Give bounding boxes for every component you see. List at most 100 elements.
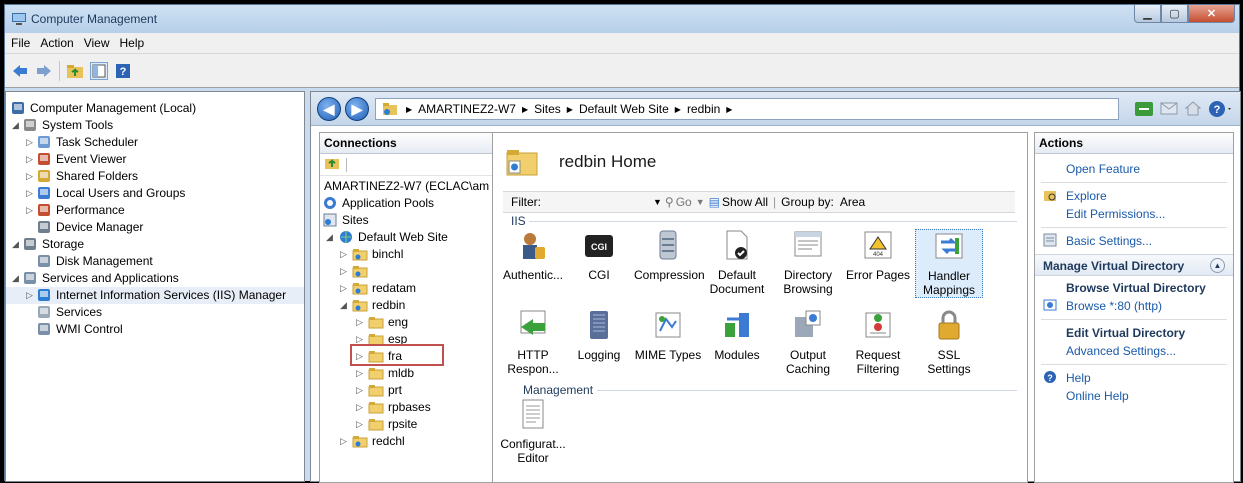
advanced-settings-link[interactable]: Advanced Settings... <box>1035 342 1233 360</box>
feature-tile[interactable]: HTTP Respon... <box>499 309 567 376</box>
connections-item[interactable]: ◢ redbin <box>320 297 501 314</box>
connections-item[interactable]: Application Pools <box>320 195 501 212</box>
expand-toggle-icon[interactable]: ◢ <box>12 236 22 253</box>
expand-toggle-icon[interactable]: ▷ <box>26 151 36 168</box>
expand-toggle-icon[interactable]: ▷ <box>340 433 350 450</box>
expand-toggle-icon[interactable]: ◢ <box>340 297 350 314</box>
feature-tile[interactable]: Compression <box>634 229 705 282</box>
tree-item[interactable]: ▷ Local Users and Groups <box>6 185 304 202</box>
feature-tile[interactable]: SSL Settings <box>915 309 983 376</box>
expand-toggle-icon[interactable]: ▷ <box>26 168 36 185</box>
help-icon[interactable]: ? <box>114 62 132 80</box>
forward-button[interactable]: ▶ <box>345 97 369 121</box>
expand-toggle-icon[interactable]: ▷ <box>356 416 366 433</box>
tree-item[interactable]: ◢ Storage <box>6 236 304 253</box>
feature-tile[interactable]: Output Caching <box>774 309 842 376</box>
explore-link[interactable]: Explore <box>1035 187 1233 205</box>
expand-toggle-icon[interactable]: ◢ <box>12 117 22 134</box>
tree-item[interactable]: Disk Management <box>6 253 304 270</box>
open-feature-link[interactable]: Open Feature <box>1035 160 1233 178</box>
help-dropdown-icon[interactable]: ? <box>1208 100 1234 121</box>
expand-toggle-icon[interactable]: ▷ <box>26 185 36 202</box>
back-button[interactable]: ◀ <box>317 97 341 121</box>
feature-tile[interactable]: Handler Mappings <box>915 229 983 298</box>
connections-item[interactable]: ▷ eng <box>320 314 501 331</box>
connections-item[interactable]: ▷ binchl <box>320 246 501 263</box>
tree-item[interactable]: Computer Management (Local) <box>6 100 304 117</box>
connections-item[interactable]: ▷ mldb <box>320 365 501 382</box>
expand-toggle-icon[interactable]: ◢ <box>326 229 336 246</box>
expand-toggle-icon[interactable]: ▷ <box>26 134 36 151</box>
filter-dropdown-arrow-icon[interactable]: ▼ <box>653 197 662 207</box>
manage-virtual-directory-header[interactable]: Manage Virtual Directory ▲ <box>1035 254 1233 276</box>
mail-icon[interactable] <box>1160 100 1178 121</box>
basic-settings-link[interactable]: Basic Settings... <box>1035 232 1233 250</box>
maximize-button[interactable]: ▢ <box>1161 5 1188 23</box>
expand-toggle-icon[interactable]: ▷ <box>26 287 36 304</box>
tree-item[interactable]: ◢ Services and Applications <box>6 270 304 287</box>
up-folder-icon[interactable] <box>66 62 84 80</box>
tree-item[interactable]: ▷ Task Scheduler <box>6 134 304 151</box>
feature-tile[interactable]: Modules <box>703 309 771 362</box>
breadcrumb[interactable]: ▶ AMARTINEZ2-W7 ▶ Sites ▶ Default Web Si… <box>375 98 1119 120</box>
show-hide-console-tree-icon[interactable] <box>90 61 108 80</box>
expand-toggle-icon[interactable]: ▷ <box>340 263 350 280</box>
connections-item[interactable]: ▷ prt <box>320 382 501 399</box>
expand-toggle-icon[interactable]: ▷ <box>340 246 350 263</box>
online-help-link[interactable]: Online Help <box>1035 387 1233 405</box>
feature-tile[interactable]: Default Document <box>703 229 771 296</box>
tree-item[interactable]: ◢ System Tools <box>6 117 304 134</box>
breadcrumb-sites[interactable]: Sites <box>534 102 561 116</box>
tree-item[interactable]: ▷ Internet Information Services (IIS) Man… <box>6 287 304 304</box>
expand-toggle-icon[interactable]: ▷ <box>356 399 366 416</box>
expand-toggle-icon[interactable]: ▷ <box>340 280 350 297</box>
go-button[interactable]: Go <box>676 195 692 209</box>
connections-item[interactable]: AMARTINEZ2-W7 (ECLAC\am <box>320 178 501 195</box>
expand-toggle-icon[interactable]: ▷ <box>356 382 366 399</box>
edit-permissions-link[interactable]: Edit Permissions... <box>1035 205 1233 223</box>
tree-item[interactable]: WMI Control <box>6 321 304 338</box>
menu-help[interactable]: Help <box>120 36 145 50</box>
menu-view[interactable]: View <box>84 36 110 50</box>
expand-toggle-icon[interactable]: ▷ <box>26 202 36 219</box>
tree-item[interactable]: ▷ Performance <box>6 202 304 219</box>
back-arrow-icon[interactable] <box>11 62 29 80</box>
connections-item[interactable]: ◢ Default Web Site <box>320 229 501 246</box>
connections-item[interactable]: ▷ rpsite <box>320 416 501 433</box>
filter-input[interactable] <box>547 194 653 210</box>
breadcrumb-default-web-site[interactable]: Default Web Site <box>579 102 669 116</box>
go-dropdown-icon[interactable]: ▼ <box>696 197 705 207</box>
connections-item[interactable]: ▷ redchl <box>320 433 501 450</box>
connect-icon[interactable] <box>1134 100 1154 121</box>
expand-toggle-icon[interactable]: ◢ <box>12 270 22 287</box>
close-button[interactable]: ✕ <box>1188 5 1235 23</box>
tree-item[interactable]: ▷ Event Viewer <box>6 151 304 168</box>
tree-item[interactable]: Services <box>6 304 304 321</box>
feature-tile[interactable]: Request Filtering <box>844 309 912 376</box>
menu-action[interactable]: Action <box>40 36 73 50</box>
start-page-icon[interactable] <box>324 155 340 174</box>
feature-tile[interactable]: Configurat... Editor <box>499 398 567 465</box>
help-link[interactable]: ? Help <box>1035 369 1233 387</box>
feature-tile[interactable]: 404 Error Pages <box>844 229 912 282</box>
connections-item[interactable]: Sites <box>320 212 501 229</box>
tree-item[interactable]: ▷ Shared Folders <box>6 168 304 185</box>
breadcrumb-redbin[interactable]: redbin <box>687 102 720 116</box>
breadcrumb-server[interactable]: AMARTINEZ2-W7 <box>418 102 516 116</box>
tree-item[interactable]: Device Manager <box>6 219 304 236</box>
feature-tile[interactable]: MIME Types <box>634 309 702 362</box>
connections-item[interactable]: ▷ redatam <box>320 280 501 297</box>
feature-tile[interactable]: Authentic... <box>499 229 567 282</box>
feature-tile[interactable]: Directory Browsing <box>774 229 842 296</box>
expand-toggle-icon[interactable]: ▷ <box>356 314 366 331</box>
forward-arrow-icon[interactable] <box>35 62 53 80</box>
connections-item[interactable]: ▷ <box>320 263 501 280</box>
group-by-select[interactable]: Area <box>840 195 865 209</box>
connections-item[interactable]: ▷ rpbases <box>320 399 501 416</box>
menu-file[interactable]: File <box>11 36 30 50</box>
minimize-button[interactable]: ▁ <box>1134 5 1161 23</box>
feature-tile[interactable]: Logging <box>565 309 633 362</box>
feature-tile[interactable]: CGI CGI <box>565 229 633 282</box>
show-all-button[interactable]: Show All <box>722 195 768 209</box>
home-icon[interactable] <box>1184 100 1202 121</box>
